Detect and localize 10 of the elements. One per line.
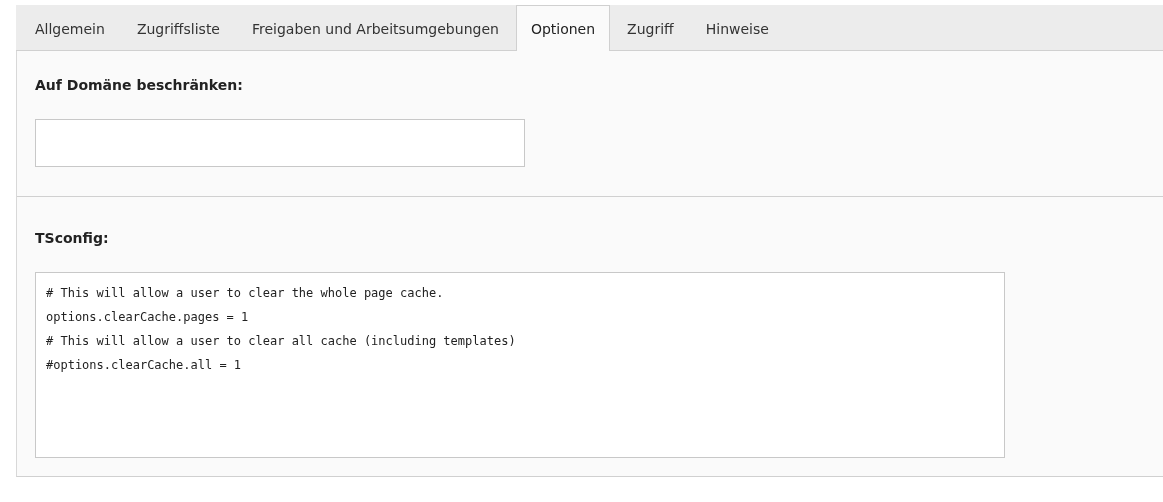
field-label: TSconfig: <box>35 230 109 246</box>
field-label: Auf Domäne beschränken: <box>35 77 243 93</box>
tab[interactable]: Optionen <box>515 5 611 51</box>
tsconfig-text-area[interactable]: # This will allow a user to clear the whole page cache. options.clearCache.pages = 1 # This will allow a user to clear all cache (including templates) #options.clearCache.all = 1 <box>35 272 1005 458</box>
tab[interactable]: Allgemein <box>20 5 120 51</box>
tab[interactable]: Hinweise <box>690 5 784 51</box>
domain-input-field[interactable] <box>35 119 525 167</box>
tab[interactable]: Zugriffsliste <box>121 5 235 51</box>
tab[interactable]: Zugriff <box>612 5 689 51</box>
tab[interactable]: Freigaben und Arbeitsumgebungen <box>237 5 514 51</box>
